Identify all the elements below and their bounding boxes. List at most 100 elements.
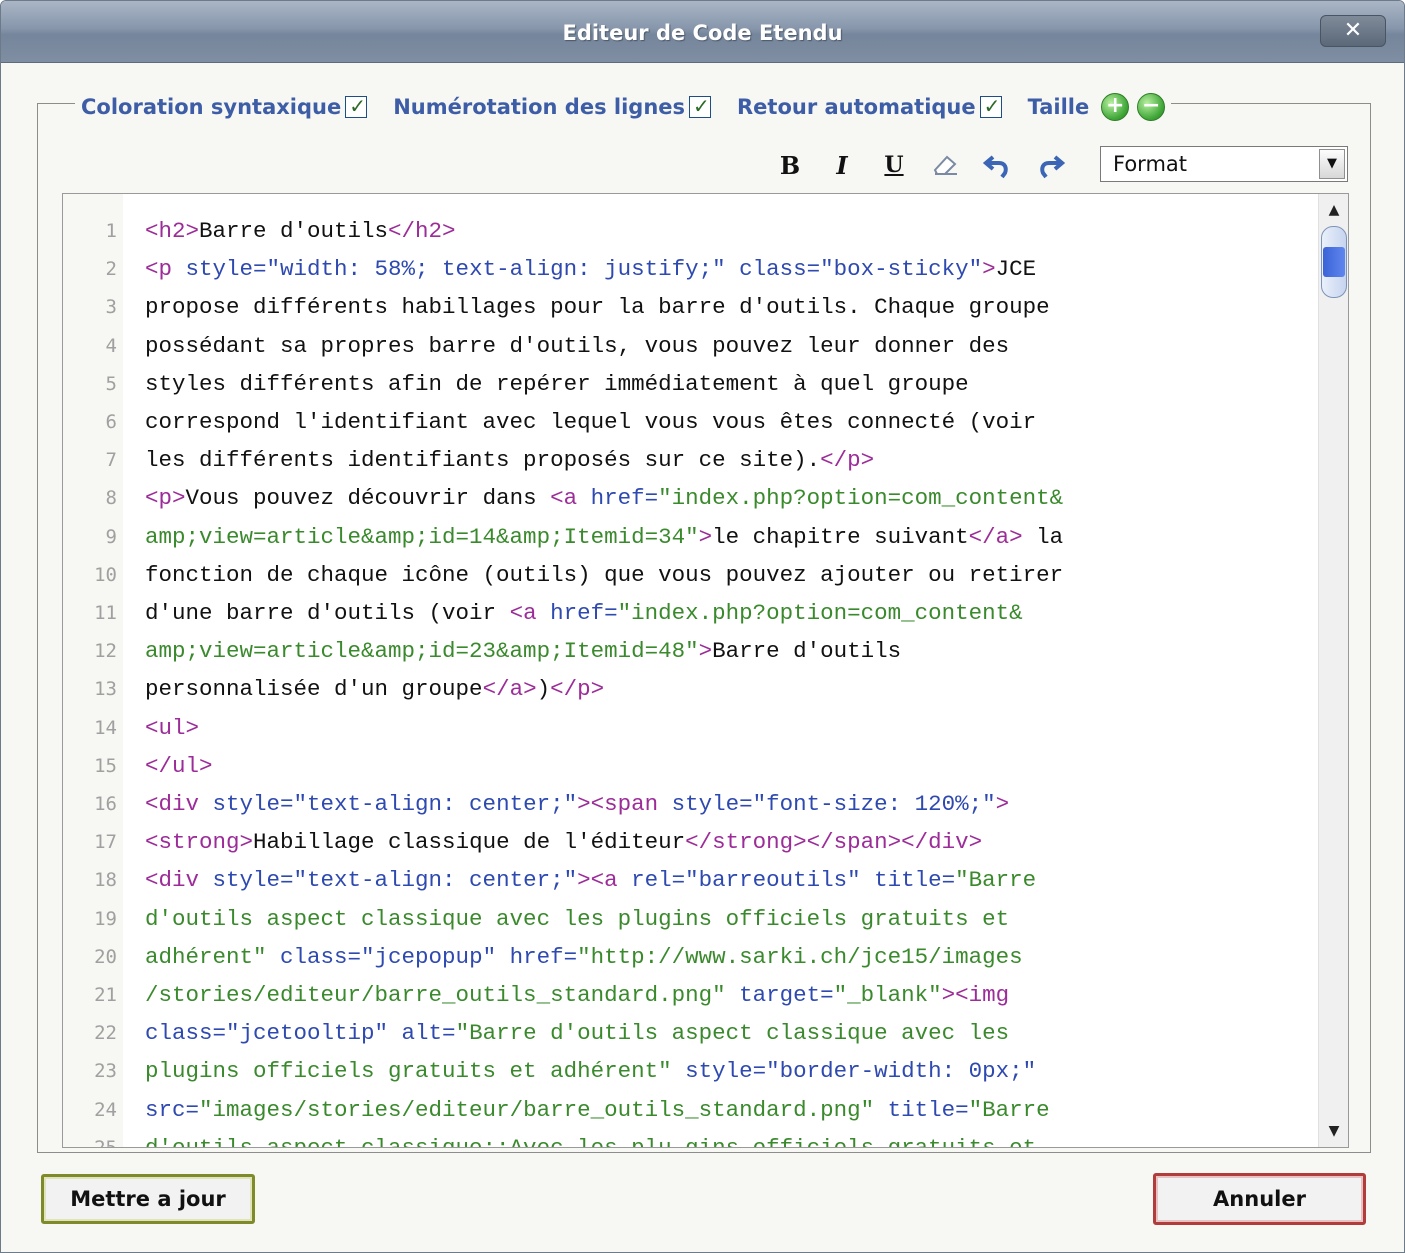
scroll-down-icon[interactable]: ▼ <box>1322 1119 1346 1143</box>
line-number: 18 <box>94 869 117 892</box>
code-token: </a> <box>968 523 1023 550</box>
code-token: <p> <box>145 485 186 512</box>
code-line: <h2>Barre d'outils</h2> <box>145 218 456 244</box>
format-select[interactable]: Format ▼ <box>1100 146 1348 182</box>
scroll-up-icon[interactable]: ▲ <box>1322 198 1346 222</box>
code-token: rel= <box>631 867 686 894</box>
line-number: 20 <box>94 945 117 968</box>
update-button[interactable]: Mettre a jour <box>41 1174 255 1224</box>
bold-button[interactable]: B <box>771 148 809 182</box>
code-token: style= <box>185 256 267 283</box>
code-token: class= <box>280 943 362 970</box>
cancel-button[interactable]: Annuler <box>1153 1173 1366 1225</box>
code-token: <a <box>550 485 591 512</box>
code-line: possédant sa propres barre d'outils, vou… <box>145 333 1009 359</box>
code-token: correspond l'identifiant avec lequel vou… <box>145 409 1037 435</box>
code-token: <strong> <box>145 829 254 856</box>
code-token: <p <box>145 256 186 283</box>
line-numbers-label: Numérotation des lignes <box>393 95 686 119</box>
code-token: styles différents afin de repérer immédi… <box>145 370 969 397</box>
code-token: "jcetooltip" <box>226 1020 402 1047</box>
code-line: <div style="text-align: center;"><span s… <box>145 791 1009 817</box>
redo-icon-svg <box>1040 155 1065 179</box>
code-token: fonction de chaque icône (outils) que vo… <box>145 561 1064 588</box>
word-wrap-label: Retour automatique <box>737 95 976 119</box>
code-token: la <box>1022 523 1064 550</box>
code-token: <div <box>145 791 213 817</box>
undo-icon[interactable] <box>979 148 1017 182</box>
code-token: possédant sa propres barre d'outils, vou… <box>145 332 1010 359</box>
code-token: d'outils aspect classique::Avec les plu-… <box>145 1134 1037 1148</box>
line-number: 21 <box>94 984 117 1006</box>
code-line: amp;view=article&amp;id=14&amp;Itemid=34… <box>145 524 1063 550</box>
code-line: adhérent" class="jcepopup" href="http://… <box>145 944 1023 970</box>
line-number: 4 <box>105 334 117 357</box>
code-token: "http://www.sarki.ch/jce15/images <box>577 943 1023 970</box>
code-token: "Barre d'outils aspect classique avec le… <box>455 1020 1010 1047</box>
code-line: <p>Vous pouvez découvrir dans <a href="i… <box>145 485 1063 511</box>
vertical-scrollbar[interactable]: ▲ ▼ <box>1318 194 1348 1147</box>
code-token: Barre d'outils <box>712 638 902 665</box>
increase-size-icon[interactable]: + <box>1101 93 1130 121</box>
code-token: href= <box>550 600 618 626</box>
code-token: style= <box>212 867 294 894</box>
code-token: "index.php?option=com_content& <box>617 600 1023 626</box>
eraser-icon-svg <box>933 155 957 175</box>
code-token: </p> <box>550 676 605 703</box>
code-token: style= <box>685 1058 767 1085</box>
underline-button[interactable]: U <box>875 148 913 182</box>
code-line: d'outils aspect classique avec les plugi… <box>145 906 1009 932</box>
options-legend: Coloration syntaxique Numérotation des l… <box>75 87 1172 127</box>
code-token: JCE <box>995 256 1037 283</box>
code-line: class="jcetooltip" alt="Barre d'outils a… <box>145 1020 1009 1046</box>
scroll-thumb[interactable] <box>1321 226 1347 298</box>
code-line: <strong>Habillage classique de l'éditeur… <box>145 829 982 855</box>
line-number: 10 <box>94 563 117 586</box>
code-token: href= <box>509 943 578 970</box>
line-number: 16 <box>94 793 117 815</box>
line-number: 24 <box>94 1098 117 1121</box>
code-token: Habillage classique de l'éditeur <box>253 829 686 856</box>
line-number-gutter: 1 2 3 4 5 6 7 8 9 10 11 12 13 14 15 16 17 18 19 20 21 22 23 24 2… <box>63 194 123 1147</box>
code-token: > <box>982 256 996 283</box>
code-line: les différents identifiants proposés sur… <box>145 447 874 473</box>
code-token: </p> <box>820 447 875 474</box>
redo-icon[interactable] <box>1031 148 1069 182</box>
code-token: alt= <box>401 1020 456 1047</box>
code-token: </h2> <box>388 218 456 244</box>
scroll-grip <box>1323 247 1345 277</box>
line-numbers-checkbox[interactable] <box>689 94 712 118</box>
line-number: 14 <box>94 716 117 739</box>
line-number: 22 <box>94 1022 117 1045</box>
chevron-down-icon[interactable]: ▼ <box>1319 149 1345 179</box>
code-token: </strong></span></div> <box>685 829 983 856</box>
code-token: title= <box>887 1096 969 1123</box>
code-token: "jcepopup" <box>361 943 510 970</box>
code-token: Barre d'outils <box>199 218 389 244</box>
line-number: 1 <box>105 220 117 242</box>
code-line: <div style="text-align: center;"><a rel=… <box>145 867 1036 893</box>
italic-button[interactable]: I <box>823 148 861 182</box>
code-editor[interactable]: 1 2 3 4 5 6 7 8 9 10 11 12 13 14 15 16 17 18 19 20 21 22 23 24 2… <box>62 193 1349 1148</box>
code-token: </ul> <box>145 752 213 779</box>
word-wrap-checkbox[interactable] <box>979 94 1002 118</box>
eraser-icon[interactable] <box>927 148 965 182</box>
code-line: fonction de chaque icône (outils) que vo… <box>145 562 1063 588</box>
close-button[interactable]: ✕ <box>1320 15 1386 47</box>
font-size-label: Taille <box>1027 95 1090 119</box>
title-bar[interactable]: Editeur de Code Etendu ✕ <box>1 1 1404 63</box>
code-line: <ul> <box>145 715 199 741</box>
code-token: src= <box>145 1096 200 1123</box>
line-number: 12 <box>94 640 117 663</box>
syntax-highlight-checkbox[interactable] <box>345 94 368 118</box>
code-line: personnalisée d'un groupe</a>)</p> <box>145 676 604 702</box>
code-token: style= <box>212 791 294 817</box>
code-line: plugins officiels gratuits et adhérent" … <box>145 1058 1036 1084</box>
decrease-size-icon[interactable]: − <box>1137 93 1166 121</box>
code-token: les différents identifiants proposés sur… <box>145 447 821 474</box>
code-token: ><span <box>577 791 672 817</box>
line-number: 17 <box>94 831 117 854</box>
line-number: 5 <box>105 372 117 395</box>
code-token: "text-align: center;" <box>293 867 578 894</box>
code-token: adhérent" <box>145 943 281 970</box>
